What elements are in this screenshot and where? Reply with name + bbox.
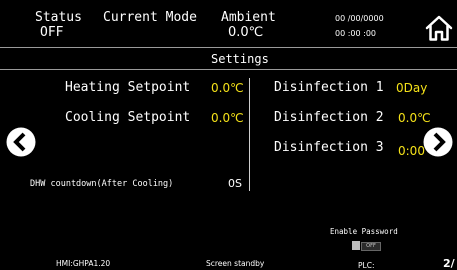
toggle-state: OFF xyxy=(361,242,381,251)
disinfection-2-value[interactable]: 0.0℃ xyxy=(398,111,431,125)
disinfection-3-value[interactable]: 0:00 xyxy=(398,144,425,158)
header-divider xyxy=(0,47,457,48)
time-display: 00 :00 :00 xyxy=(335,29,377,38)
page-indicator: 2/ xyxy=(443,257,455,270)
ambient-label: Ambient xyxy=(221,10,276,25)
ambient-value: 0.0℃ xyxy=(228,25,264,40)
hmi-version: HMI:GHPA1.20 xyxy=(56,259,111,268)
title-divider xyxy=(0,69,457,70)
screen-standby-button[interactable]: Screen standby xyxy=(206,259,264,268)
status-label: Status xyxy=(35,10,82,25)
home-icon xyxy=(425,15,453,41)
cooling-setpoint-value[interactable]: 0.0℃ xyxy=(211,111,244,125)
chevron-left-icon xyxy=(6,127,36,157)
disinfection-2-label: Disinfection 2 xyxy=(274,110,384,125)
enable-password-label: Enable Password xyxy=(330,227,398,236)
home-button[interactable] xyxy=(425,14,453,42)
prev-page-button[interactable] xyxy=(6,127,36,157)
cooling-setpoint-label: Cooling Setpoint xyxy=(65,110,191,125)
plc-version: PLC: xyxy=(358,261,375,270)
disinfection-1-value[interactable]: 0Day xyxy=(396,81,427,95)
heating-setpoint-value[interactable]: 0.0℃ xyxy=(211,81,244,95)
heating-setpoint-label: Heating Setpoint xyxy=(65,80,191,95)
password-toggle[interactable]: OFF xyxy=(352,241,381,251)
date-display: 00 /00/0000 xyxy=(335,14,384,23)
toggle-knob xyxy=(352,241,360,250)
dhw-countdown-value[interactable]: 0S xyxy=(228,177,242,190)
column-divider xyxy=(249,78,250,191)
next-page-button[interactable] xyxy=(423,127,453,157)
disinfection-1-label: Disinfection 1 xyxy=(274,80,384,95)
chevron-right-icon xyxy=(423,127,453,157)
page-title: Settings xyxy=(211,52,269,66)
dhw-countdown-label: DHW countdown(After Cooling) xyxy=(30,179,174,189)
current-mode-label: Current Mode xyxy=(103,10,197,25)
disinfection-3-label: Disinfection 3 xyxy=(274,140,384,155)
status-value: OFF xyxy=(40,25,64,40)
